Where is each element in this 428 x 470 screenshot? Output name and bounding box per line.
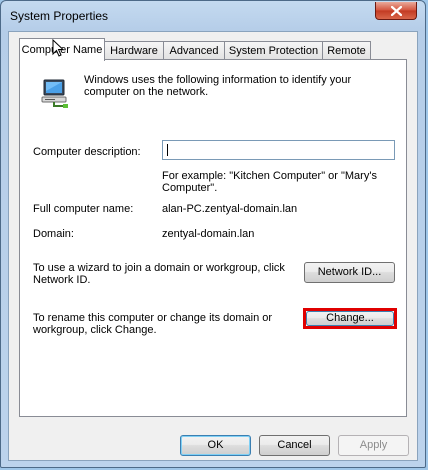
rename-instructions: To rename this computer or change its do… xyxy=(33,312,273,336)
domain-label: Domain: xyxy=(33,228,74,240)
tab-hardware[interactable]: Hardware xyxy=(104,41,164,60)
title-bar[interactable]: System Properties xyxy=(1,1,425,31)
change-button[interactable]: Change... xyxy=(306,311,394,326)
description-example-text: For example: "Kitchen Computer" or "Mary… xyxy=(162,170,377,194)
ok-button[interactable]: OK xyxy=(180,435,251,456)
system-properties-window: System Properties Computer Name Hardware… xyxy=(0,0,426,468)
tab-advanced[interactable]: Advanced xyxy=(163,41,225,60)
intro-text: Windows uses the following information t… xyxy=(84,74,352,98)
full-computer-name-value: alan-PC.zentyal-domain.lan xyxy=(162,203,298,215)
computer-description-input[interactable] xyxy=(162,140,395,160)
computer-network-icon xyxy=(41,79,68,108)
cancel-button[interactable]: Cancel xyxy=(259,435,330,456)
computer-description-label: Computer description: xyxy=(33,146,141,158)
tab-system-protection[interactable]: System Protection xyxy=(224,41,323,60)
close-icon xyxy=(391,6,402,16)
text-caret xyxy=(167,144,168,156)
close-button[interactable] xyxy=(375,2,417,20)
mouse-cursor-icon xyxy=(52,39,64,57)
full-computer-name-label: Full computer name: xyxy=(33,203,134,215)
apply-button[interactable]: Apply xyxy=(338,435,409,456)
dialog-client-area: Computer Name Hardware Advanced System P… xyxy=(8,31,418,461)
window-title: System Properties xyxy=(10,9,109,23)
network-id-instructions: To use a wizard to join a domain or work… xyxy=(33,262,285,286)
computer-name-panel: Windows uses the following information t… xyxy=(19,59,407,417)
domain-value: zentyal-domain.lan xyxy=(162,228,255,240)
tab-remote[interactable]: Remote xyxy=(322,41,371,60)
network-id-button[interactable]: Network ID... xyxy=(304,262,395,283)
